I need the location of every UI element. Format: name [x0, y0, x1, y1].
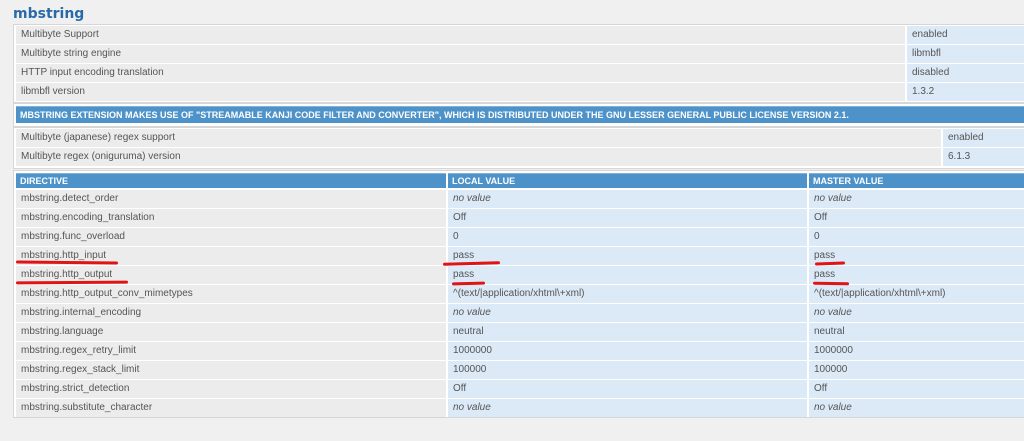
- master-value: ^(text/|application/xhtml\+xml): [809, 285, 1024, 303]
- info-value: 1.3.2: [907, 83, 1024, 101]
- directive-name: mbstring.language: [16, 323, 446, 341]
- table-row: Multibyte Support enabled: [14, 25, 1024, 44]
- local-value: no value: [448, 304, 807, 322]
- master-value: Off: [809, 209, 1024, 227]
- master-value: no value: [809, 399, 1024, 417]
- info-value: enabled: [943, 129, 1024, 147]
- info-label: HTTP input encoding translation: [16, 64, 905, 82]
- license-notice: MBSTRING EXTENSION MAKES USE OF "STREAMA…: [16, 106, 1024, 123]
- column-header-local-value: LOCAL VALUE: [448, 173, 807, 188]
- table-row: mbstring.detect_order no value no value: [14, 189, 1024, 208]
- table-row: mbstring.internal_encoding no value no val…: [14, 303, 1024, 322]
- info-value: libmbfl: [907, 45, 1024, 63]
- master-value: Off: [809, 380, 1024, 398]
- local-value: neutral: [448, 323, 807, 341]
- local-value: ^(text/|application/xhtml\+xml): [448, 285, 807, 303]
- table-row: mbstring.regex_retry_limit 1000000 1000000: [14, 341, 1024, 360]
- master-value: 0: [809, 228, 1024, 246]
- directive-name: mbstring.encoding_translation: [16, 209, 446, 227]
- master-value: 1000000: [809, 342, 1024, 360]
- table-row: mbstring.strict_detection Off Off: [14, 379, 1024, 398]
- info-value: 6.1.3: [943, 148, 1024, 166]
- table-row: Multibyte regex (oniguruma) version 6.1.…: [14, 147, 1024, 166]
- directive-name: mbstring.detect_order: [16, 190, 446, 208]
- annotation-underline: [812, 281, 850, 286]
- directive-name: mbstring.regex_retry_limit: [16, 342, 446, 360]
- master-value: neutral: [809, 323, 1024, 341]
- column-header-master-value: MASTER VALUE: [809, 173, 1024, 188]
- master-value: 100000: [809, 361, 1024, 379]
- info-label: Multibyte (japanese) regex support: [16, 129, 941, 147]
- local-value: 0: [448, 228, 807, 246]
- directive-name: mbstring.internal_encoding: [16, 304, 446, 322]
- directive-name: mbstring.http_output_conv_mimetypes: [16, 285, 446, 303]
- table-row: Multibyte string engine libmbfl: [14, 44, 1024, 63]
- table-row: mbstring.http_output pass pass: [14, 265, 1024, 284]
- local-value: Off: [448, 209, 807, 227]
- info-value: disabled: [907, 64, 1024, 82]
- local-value: no value: [448, 399, 807, 417]
- local-value: Off: [448, 380, 807, 398]
- directive-name: mbstring.substitute_character: [16, 399, 446, 417]
- directive-name: mbstring.func_overload: [16, 228, 446, 246]
- directives-table: DIRECTIVE LOCAL VALUE MASTER VALUE mbstr…: [13, 170, 1024, 418]
- table-row: mbstring.regex_stack_limit 100000 100000: [14, 360, 1024, 379]
- table-row: mbstring.http_output_conv_mimetypes ^(tex…: [14, 284, 1024, 303]
- local-value: 1000000: [448, 342, 807, 360]
- info-label: libmbfl version: [16, 83, 905, 101]
- directive-name: mbstring.regex_stack_limit: [16, 361, 446, 379]
- license-notice-table: MBSTRING EXTENSION MAKES USE OF "STREAMA…: [13, 103, 1024, 127]
- local-value: pass: [448, 247, 807, 265]
- local-value: 100000: [448, 361, 807, 379]
- info-label: Multibyte Support: [16, 26, 905, 44]
- table-row: mbstring.http_input pass pass: [14, 246, 1024, 265]
- master-value: no value: [809, 190, 1024, 208]
- regex-info-table: Multibyte (japanese) regex support enabl…: [13, 127, 1024, 169]
- info-value: enabled: [907, 26, 1024, 44]
- column-header-directive: DIRECTIVE: [16, 173, 446, 188]
- info-label: Multibyte regex (oniguruma) version: [16, 148, 941, 166]
- table-row: mbstring.encoding_translation Off Off: [14, 208, 1024, 227]
- local-value: pass: [448, 266, 807, 284]
- directive-rows: mbstring.detect_order no value no value mbs…: [14, 189, 1024, 417]
- mbstring-info-table: Multibyte Support enabled Multibyte stri…: [13, 24, 1024, 103]
- table-row: Multibyte (japanese) regex support enabl…: [14, 128, 1024, 147]
- directive-name: mbstring.strict_detection: [16, 380, 446, 398]
- master-value: no value: [809, 304, 1024, 322]
- table-header-row: DIRECTIVE LOCAL VALUE MASTER VALUE: [14, 171, 1024, 189]
- table-row: HTTP input encoding translation disabled: [14, 63, 1024, 82]
- section-title: mbstring: [13, 6, 85, 22]
- table-row: mbstring.func_overload 0 0: [14, 227, 1024, 246]
- local-value: no value: [448, 190, 807, 208]
- info-label: Multibyte string engine: [16, 45, 905, 63]
- table-row: mbstring.language neutral neutral: [14, 322, 1024, 341]
- table-row: libmbfl version 1.3.2: [14, 82, 1024, 102]
- table-row: MBSTRING EXTENSION MAKES USE OF "STREAMA…: [14, 104, 1024, 125]
- table-row: mbstring.substitute_character no value no …: [14, 398, 1024, 417]
